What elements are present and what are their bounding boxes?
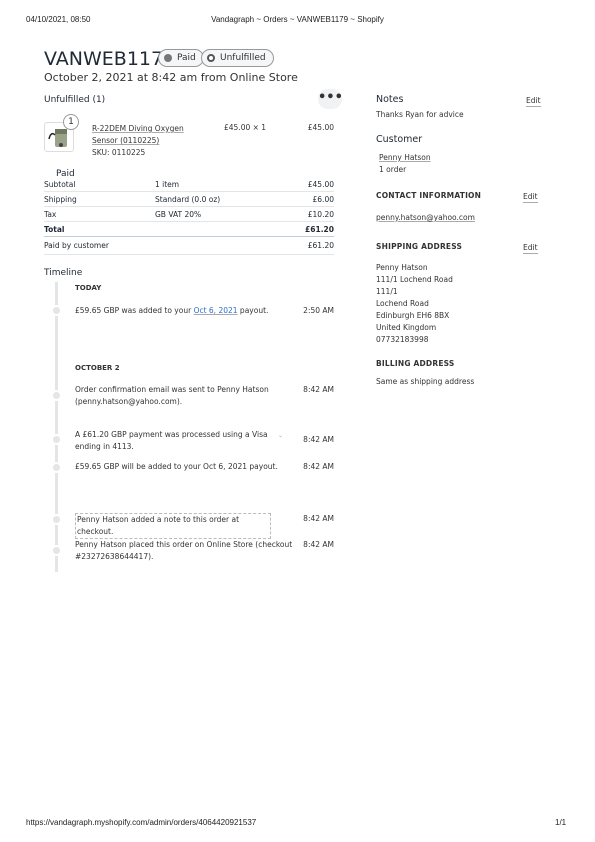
notes-text: Thanks Ryan for advice — [376, 110, 464, 119]
payment-row-subtotal: Subtotal 1 item £45.00 — [44, 177, 334, 192]
shipping-line: 111/1 Lochend Road — [376, 275, 453, 284]
customer-name-link[interactable]: Penny Hatson — [379, 152, 431, 164]
payment-row-paid-by-customer: Paid by customer £61.20 — [44, 241, 334, 250]
shipping-phone: 07732183998 — [376, 335, 429, 344]
product-line-total: £45.00 — [307, 123, 334, 132]
product-sku: SKU: 0110225 — [92, 148, 146, 157]
paid-badge: Paid — [158, 49, 204, 67]
timeline-event-order-placed: Penny Hatson placed this order on Online… — [75, 540, 293, 561]
print-title: Vandagraph ~ Orders ~ VANWEB1179 ~ Shopi… — [211, 15, 384, 24]
shipping-edit-button[interactable]: Edit — [523, 243, 538, 254]
shipping-address-heading: SHIPPING ADDRESS — [376, 242, 463, 251]
shipping-line: Lochend Road — [376, 299, 429, 308]
unfulfilled-dot-icon — [207, 54, 215, 62]
timeline-dot — [51, 305, 62, 316]
shipping-line: Edinburgh EH6 8BX — [376, 311, 450, 320]
timeline-date-today: TODAY — [75, 284, 102, 292]
timeline-dot — [51, 434, 62, 445]
timeline-event-time: 8:42 AM — [303, 435, 334, 444]
timeline-event-payout-scheduled: £59.65 GBP will be added to your Oct 6, … — [75, 462, 278, 471]
product-name-line1[interactable]: R-22DEM Diving Oxygen — [92, 123, 184, 135]
timeline-event-note-added[interactable]: Penny Hatson added a note to this order … — [75, 513, 271, 539]
payment-row-tax: Tax GB VAT 20% £10.20 — [44, 207, 334, 222]
quantity-badge: 1 — [63, 114, 79, 130]
timeline-line — [55, 282, 58, 572]
product-name-line2[interactable]: Sensor (0110225) — [92, 135, 159, 147]
timeline-event-time: 8:42 AM — [303, 540, 334, 549]
timeline-date-october-2: OCTOBER 2 — [75, 364, 120, 372]
unfulfilled-badge: Unfulfilled — [201, 49, 274, 67]
timeline-dot — [51, 390, 62, 401]
ellipsis-icon: ••• — [318, 90, 343, 105]
print-page-number: 1/1 — [555, 818, 567, 827]
print-url: https://vandagraph.myshopify.com/admin/o… — [26, 818, 257, 827]
timeline-title: Timeline — [44, 268, 83, 278]
divider — [44, 254, 334, 255]
timeline-dot — [51, 514, 62, 525]
timeline-event-payout-added: £59.65 GBP was added to your Oct 6, 2021… — [75, 306, 269, 315]
timeline-event-time: 8:42 AM — [303, 514, 334, 523]
contact-edit-button[interactable]: Edit — [523, 192, 538, 203]
chevron-down-icon[interactable]: ⌄ — [278, 432, 283, 439]
shipping-line: Penny Hatson — [376, 263, 428, 272]
payment-row-total: Total £61.20 — [44, 222, 334, 237]
product-unit-price: £45.00 × 1 — [224, 123, 267, 132]
unfulfilled-title: Unfulfilled (1) — [44, 95, 106, 105]
order-subtitle: October 2, 2021 at 8:42 am from Online S… — [44, 71, 298, 84]
shipping-line: United Kingdom — [376, 323, 437, 332]
notes-edit-button[interactable]: Edit — [526, 96, 541, 107]
timeline-dot — [51, 462, 62, 473]
shipping-line: 111/1 — [376, 287, 398, 296]
order-id: VANWEB1179 — [44, 48, 176, 70]
customer-title: Customer — [376, 134, 423, 145]
timeline-event-confirmation-email: Order confirmation email was sent to Pen… — [75, 385, 269, 406]
billing-address-heading: BILLING ADDRESS — [376, 359, 455, 368]
payout-date-link[interactable]: Oct 6, 2021 — [194, 306, 238, 315]
contact-email-link[interactable]: penny.hatson@yahoo.com — [376, 212, 475, 224]
more-actions-button[interactable]: ••• — [318, 89, 343, 109]
timeline-event-time: 2:50 AM — [303, 306, 334, 315]
payment-row-shipping: Shipping Standard (0.0 oz) £6.00 — [44, 192, 334, 207]
customer-order-count: 1 order — [379, 165, 407, 174]
contact-information-heading: CONTACT INFORMATION — [376, 191, 482, 200]
timeline-dot — [51, 545, 62, 556]
billing-address-text: Same as shipping address — [376, 377, 475, 386]
timeline-event-payment-processed[interactable]: A £61.20 GBP payment was processed using… — [75, 429, 275, 453]
notes-title: Notes — [376, 94, 404, 105]
timeline-event-time: 8:42 AM — [303, 385, 334, 394]
paid-dot-icon — [164, 54, 172, 62]
timeline-event-time: 8:42 AM — [303, 462, 334, 471]
